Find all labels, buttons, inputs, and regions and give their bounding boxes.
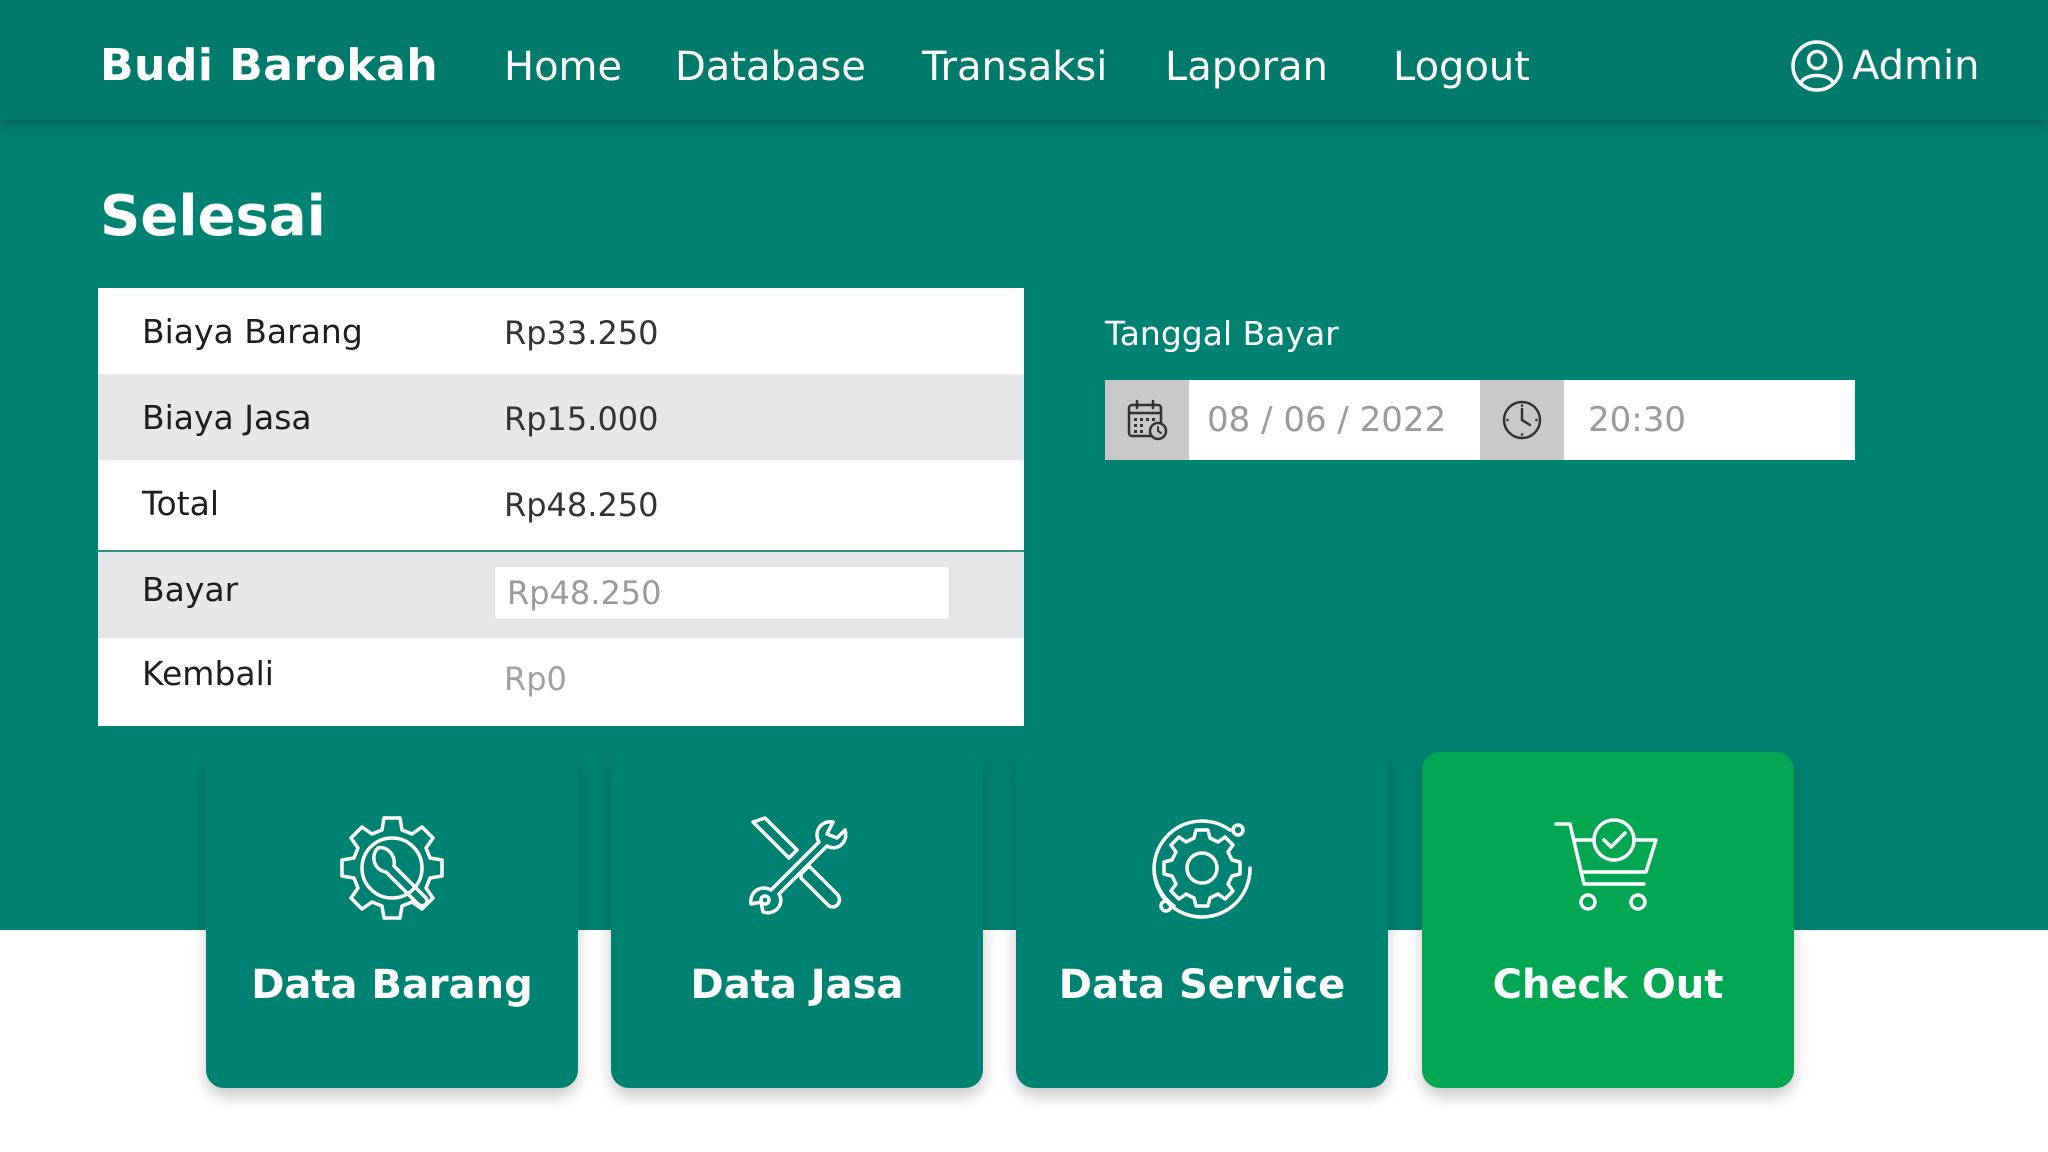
user-menu[interactable]: Admin bbox=[1790, 38, 1979, 94]
biaya-jasa-label: Biaya Jasa bbox=[142, 398, 312, 437]
top-navbar: Budi Barokah Home Database Transaksi Lap… bbox=[0, 0, 2048, 120]
nav-transaksi[interactable]: Transaksi bbox=[922, 44, 1107, 90]
user-name: Admin bbox=[1852, 43, 1980, 89]
check-out-card[interactable]: Check Out bbox=[1422, 752, 1794, 1088]
page-title: Selesai bbox=[100, 184, 326, 249]
row-biaya-jasa: Biaya Jasa Rp15.000 bbox=[98, 374, 1024, 460]
gear-wrench-icon bbox=[336, 812, 448, 924]
nav-laporan[interactable]: Laporan bbox=[1165, 44, 1328, 90]
row-biaya-barang: Biaya Barang Rp33.250 bbox=[98, 288, 1024, 374]
payment-summary-table: Biaya Barang Rp33.250 Biaya Jasa Rp15.00… bbox=[98, 288, 1024, 726]
tools-icon bbox=[741, 812, 853, 924]
biaya-jasa-value: Rp15.000 bbox=[504, 400, 659, 438]
data-jasa-card[interactable]: Data Jasa bbox=[611, 752, 983, 1088]
brand-name: Budi Barokah bbox=[100, 40, 439, 91]
kembali-label: Kembali bbox=[142, 654, 274, 693]
row-kembali: Kembali Rp0 bbox=[98, 638, 1024, 724]
bayar-label: Bayar bbox=[142, 570, 239, 609]
data-service-card[interactable]: Data Service bbox=[1016, 752, 1388, 1088]
calendar-icon[interactable] bbox=[1105, 380, 1189, 460]
bayar-input[interactable] bbox=[494, 566, 950, 620]
check-out-label: Check Out bbox=[1492, 962, 1724, 1008]
time-field[interactable]: 20:30 bbox=[1588, 380, 1686, 460]
data-barang-label: Data Barang bbox=[251, 962, 533, 1008]
biaya-barang-label: Biaya Barang bbox=[142, 312, 363, 351]
total-value: Rp48.250 bbox=[504, 486, 659, 524]
date-field[interactable]: 08 / 06 / 2022 bbox=[1207, 380, 1446, 460]
data-barang-card[interactable]: Data Barang bbox=[206, 752, 578, 1088]
clock-icon[interactable] bbox=[1480, 380, 1564, 460]
payment-date-group: 08 / 06 / 2022 20:30 bbox=[1105, 380, 1855, 460]
nav-logout[interactable]: Logout bbox=[1393, 44, 1530, 90]
row-total: Total Rp48.250 bbox=[98, 460, 1024, 546]
nav-database[interactable]: Database bbox=[675, 44, 866, 90]
nav-home[interactable]: Home bbox=[504, 44, 622, 90]
biaya-barang-value: Rp33.250 bbox=[504, 314, 659, 352]
total-label: Total bbox=[142, 484, 220, 523]
cart-check-icon bbox=[1552, 812, 1664, 924]
data-service-label: Data Service bbox=[1058, 962, 1346, 1008]
gear-cycle-icon bbox=[1146, 812, 1258, 924]
kembali-value: Rp0 bbox=[504, 660, 567, 698]
user-circle-icon bbox=[1790, 39, 1844, 93]
data-jasa-label: Data Jasa bbox=[690, 962, 904, 1008]
payment-date-label: Tanggal Bayar bbox=[1105, 314, 1339, 353]
